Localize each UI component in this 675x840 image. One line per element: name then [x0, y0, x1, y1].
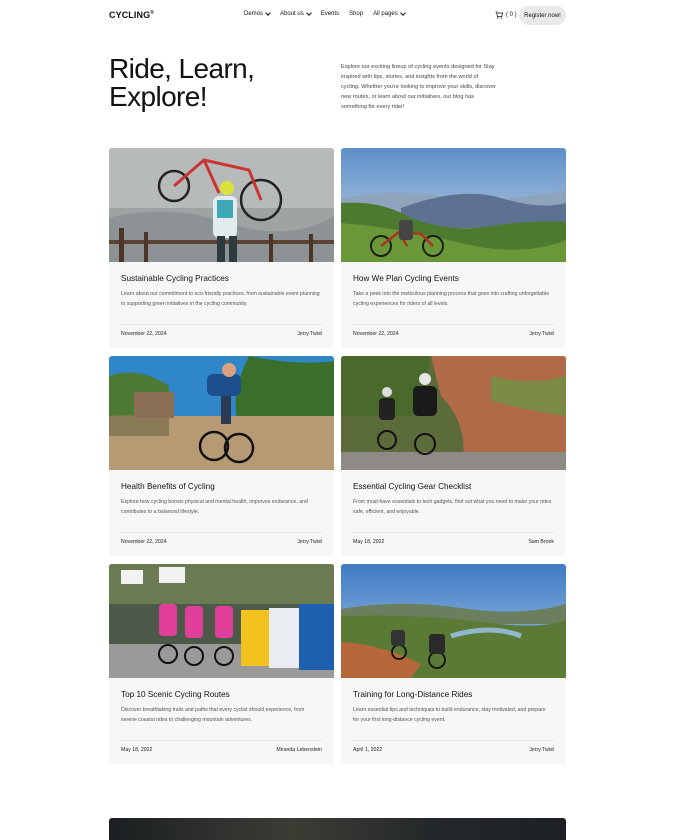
post-author: Sam Brook	[528, 539, 554, 545]
post-card[interactable]: Training for Long-Distance Rides Learn e…	[341, 564, 566, 764]
post-image[interactable]	[341, 564, 566, 678]
post-image[interactable]	[109, 564, 334, 678]
divider	[353, 532, 554, 533]
divider	[121, 740, 322, 741]
post-date: November 22, 2024	[121, 539, 167, 545]
post-date: November 22, 2024	[121, 331, 167, 337]
post-excerpt: Discover breathtaking trails and paths t…	[121, 707, 305, 723]
post-date: May 18, 2022	[121, 747, 153, 753]
page-intro: Explore our exciting lineup of cycling e…	[341, 64, 496, 110]
post-title[interactable]: Training for Long-Distance Rides	[353, 690, 472, 699]
nav-demos-label: Demos	[244, 11, 264, 17]
page-title: Ride, Learn, Explore!	[109, 53, 255, 112]
post-image[interactable]	[341, 356, 566, 470]
divider	[121, 324, 322, 325]
post-excerpt: From must-have essentials to tech gadget…	[353, 499, 552, 515]
logo-registered-mark: ®	[150, 10, 154, 16]
cart-count: ( 0 )	[506, 12, 517, 18]
post-card[interactable]: Essential Cycling Gear Checklist From mu…	[341, 356, 566, 556]
post-excerpt: Learn essential tips and techniques to b…	[353, 707, 546, 723]
nav-events[interactable]: Events	[321, 11, 339, 17]
post-excerpt: Take a peek into the meticulous planning…	[353, 291, 550, 307]
logo-text: CYCLING	[109, 10, 151, 20]
nav-all-pages[interactable]: All pages	[373, 10, 406, 17]
chevron-down-icon	[305, 10, 312, 16]
post-image[interactable]	[109, 356, 334, 470]
post-date: May 18, 2022	[353, 539, 385, 545]
divider	[353, 324, 554, 325]
post-title[interactable]: Sustainable Cycling Practices	[121, 274, 229, 283]
nav-demos[interactable]: Demos	[244, 10, 271, 17]
post-card[interactable]: Top 10 Scenic Cycling Routes Discover br…	[109, 564, 334, 764]
post-card[interactable]: How We Plan Cycling Events Take a peek i…	[341, 148, 566, 348]
main-nav: Demos About us Events Shop All pages	[244, 10, 415, 17]
nav-events-label: Events	[320, 11, 340, 17]
post-date: April 1, 2022	[353, 747, 383, 753]
post-excerpt: Learn about our commitment to eco-friend…	[121, 291, 320, 307]
nav-shop[interactable]: Shop	[349, 11, 363, 17]
divider	[353, 740, 554, 741]
race-peloton-photo	[109, 564, 334, 678]
mountain-bike-landscape-photo	[341, 148, 566, 262]
gravel-riders-valley-photo	[341, 564, 566, 678]
post-card[interactable]: Sustainable Cycling Practices Learn abou…	[109, 148, 334, 348]
road-cyclists-hill-photo	[341, 356, 566, 470]
nav-all-pages-label: All pages	[373, 11, 398, 17]
cart-button[interactable]: ( 0 )	[495, 11, 517, 19]
post-author: Jerry Twist	[297, 331, 322, 337]
site-header: CYCLING® Demos About us Events Shop All …	[0, 0, 675, 34]
chevron-down-icon	[265, 10, 271, 16]
post-title[interactable]: How We Plan Cycling Events	[353, 274, 459, 283]
post-image[interactable]	[341, 148, 566, 262]
post-card[interactable]: Health Benefits of Cycling Explore how c…	[109, 356, 334, 556]
divider	[121, 532, 322, 533]
cyclist-dirt-road-photo	[109, 356, 334, 470]
post-author: Jerry Twist	[297, 539, 322, 545]
post-author: Jerry Twist	[529, 331, 554, 337]
nav-about-us[interactable]: About us	[280, 10, 312, 17]
post-author: Jerry Twist	[529, 747, 554, 753]
nav-about-label: About us	[280, 11, 304, 17]
post-excerpt: Explore how cycling boosts physical and …	[121, 499, 308, 515]
nav-shop-label: Shop	[349, 11, 364, 17]
footer-banner-image	[109, 818, 566, 840]
cyclist-carrying-bike-photo	[109, 148, 334, 262]
cart-icon	[495, 11, 503, 19]
post-author: Miranda Lebenstein	[276, 747, 322, 753]
site-logo[interactable]: CYCLING®	[109, 10, 154, 20]
chevron-down-icon	[399, 10, 406, 16]
post-image[interactable]	[109, 148, 334, 262]
post-title[interactable]: Essential Cycling Gear Checklist	[353, 482, 471, 491]
post-title[interactable]: Health Benefits of Cycling	[121, 482, 215, 491]
post-title[interactable]: Top 10 Scenic Cycling Routes	[121, 690, 230, 699]
post-date: November 22, 2024	[353, 331, 399, 337]
register-button[interactable]: Register now!	[519, 6, 566, 25]
